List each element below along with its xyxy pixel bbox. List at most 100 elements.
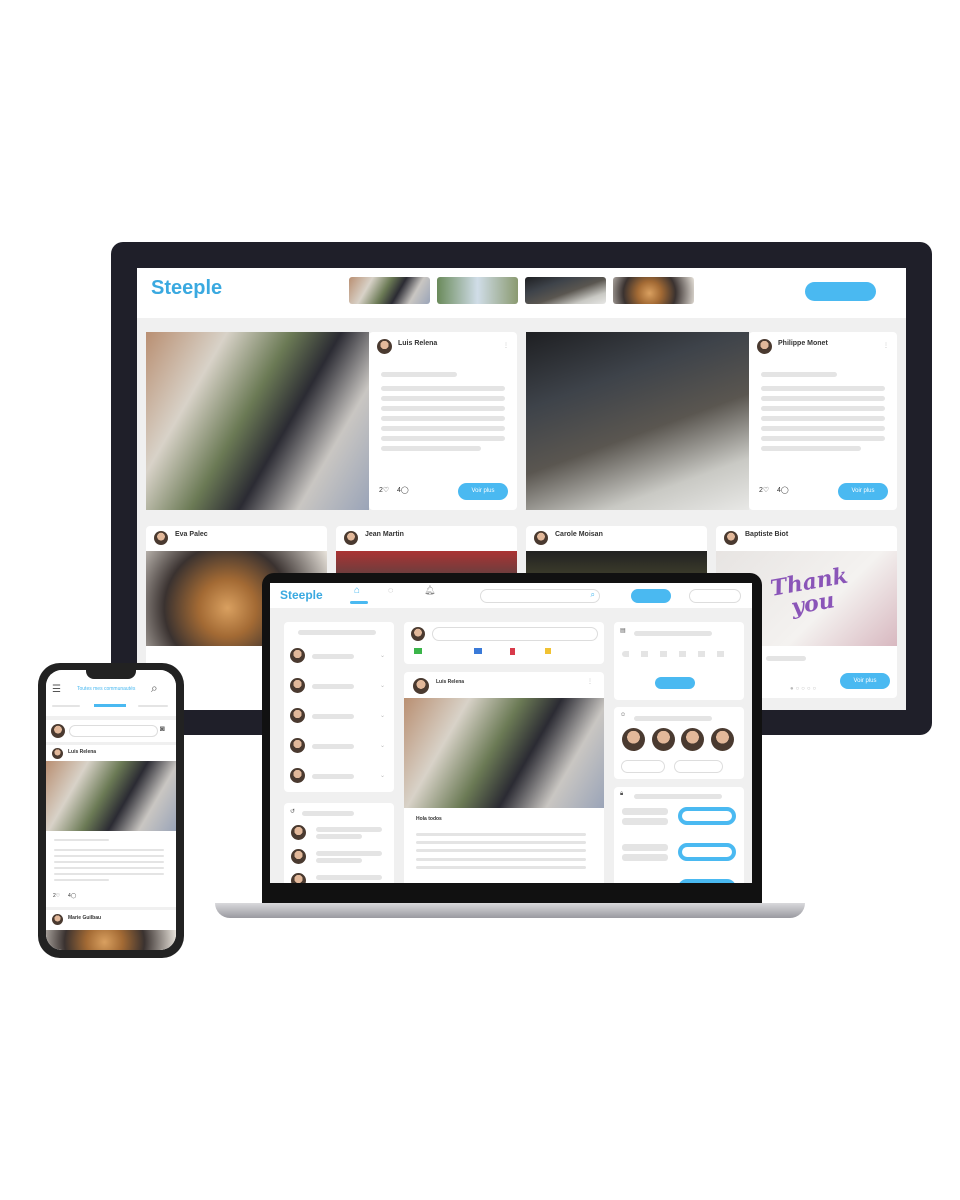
chat-icon[interactable]: ◌ [388,585,393,595]
join-button[interactable] [678,843,736,861]
avatar [413,678,429,694]
member-avatar[interactable] [652,728,675,751]
active-tab-indicator[interactable] [94,704,126,707]
post-author: Carole Moisan [555,531,603,538]
search-input[interactable]: ⌕ [480,589,600,603]
more-icon[interactable]: ⋮ [883,342,889,349]
voir-plus-button[interactable]: Voir plus [458,483,508,500]
carousel-dots[interactable]: ●○○○○ [790,686,818,692]
chevron-down-icon[interactable]: ⌄ [380,742,385,749]
voir-plus-button[interactable]: Voir plus [838,483,888,500]
poll-icon[interactable] [545,648,551,654]
post-image[interactable] [46,761,176,831]
video-icon[interactable] [474,648,482,654]
avatar [51,724,65,738]
comment-icon: ◯ [400,487,409,494]
likes-count[interactable]: 2♡ [759,486,769,494]
avatar [291,873,306,883]
header-button[interactable] [631,589,671,603]
member-avatar[interactable] [622,728,645,751]
featured-post-card: Luis Relena ⋮ 2♡ 4◯ Voir plus [369,332,517,510]
phone: ☰ Toutes mes communautés ⌕ ◙ Luis Relena… [38,663,184,958]
featured-post-card: Philippe Monet ⋮ 2♡ 4◯ Voir plus [749,332,897,510]
outline-button[interactable] [621,760,665,773]
post-image[interactable] [526,332,749,510]
private-groups-panel: 🔒︎ [614,787,744,883]
post-image[interactable] [46,930,176,950]
comments-count[interactable]: 4◯ [777,486,789,494]
outline-button[interactable] [674,760,723,773]
comments-count[interactable]: 4◯ [68,893,76,899]
post-image[interactable] [146,332,369,510]
chevron-down-icon[interactable]: ⌄ [380,712,385,719]
voir-plus-button[interactable]: Voir plus [840,673,890,689]
camera-icon[interactable]: ◙ [160,724,165,733]
heart-icon: ♡ [762,487,770,494]
bell-icon[interactable]: 🔔︎ [424,585,435,596]
desktop-header: Steeple [137,268,906,318]
post-author: Baptiste Biot [745,531,789,538]
community-thumb[interactable] [613,277,694,304]
likes-count[interactable]: 2♡ [53,893,60,899]
logo[interactable]: Steeple [280,588,323,602]
members-panel: ☺ [614,707,744,779]
post-image[interactable] [404,698,604,808]
composer-input[interactable] [69,725,158,737]
profile-button[interactable] [689,589,741,603]
laptop-base [215,903,805,918]
laptop: Steeple ⌂ ◌ 🔔︎ ⌕ ⌄ ⌄ ⌄ ⌄ ⌄ ↺ Luis Relena… [262,573,762,905]
more-icon[interactable]: ⋮ [587,678,593,685]
phone-composer: ◙ [46,720,176,742]
events-panel: ▤ [614,622,744,700]
logo[interactable]: Steeple [151,277,222,300]
avatar[interactable] [290,678,305,693]
heart-icon: ♡ [55,893,61,899]
chevron-down-icon[interactable]: ⌄ [380,772,385,779]
avatar [52,748,63,759]
calendar-icon: ▤ [620,628,626,634]
communities-panel: ⌄ ⌄ ⌄ ⌄ ⌄ [284,622,394,792]
feed-post-card: Luis Relena ⋮ Hola todos [404,672,604,883]
comment-icon: ◯ [70,893,77,899]
avatar[interactable] [290,708,305,723]
active-tab-indicator [350,601,368,604]
avatar[interactable] [290,738,305,753]
community-thumb[interactable] [525,277,606,304]
phone-next-post: Marie Guilbau [46,910,176,950]
avatar [757,339,772,354]
avatar [534,531,548,545]
history-icon: ↺ [290,809,296,815]
join-button[interactable] [678,879,736,883]
menu-icon[interactable]: ☰ [52,684,61,695]
chevron-down-icon[interactable]: ⌄ [380,652,385,659]
file-icon[interactable] [510,648,515,655]
search-icon: ⌕ [590,590,595,599]
home-icon[interactable]: ⌂ [354,585,360,596]
member-avatar[interactable] [681,728,704,751]
chevron-down-icon[interactable]: ⌄ [380,682,385,689]
avatar [154,531,168,545]
search-icon[interactable]: ⌕ [151,681,158,696]
avatar [377,339,392,354]
join-button[interactable] [678,807,736,825]
header-button[interactable] [805,282,876,301]
composer [404,622,604,664]
avatar [291,849,306,864]
community-thumb[interactable] [349,277,430,304]
more-icon[interactable]: ⋮ [503,342,509,349]
avatar[interactable] [290,648,305,663]
laptop-screen: Steeple ⌂ ◌ 🔔︎ ⌕ ⌄ ⌄ ⌄ ⌄ ⌄ ↺ Luis Relena… [270,583,752,883]
likes-count[interactable]: 2♡ [379,486,389,494]
avatar[interactable] [290,768,305,783]
post-author: Jean Martin [365,531,404,538]
composer-input[interactable] [432,627,598,641]
phone-post-card: Luis Relena 2♡ 4◯ [46,745,176,907]
member-avatar[interactable] [711,728,734,751]
photo-icon[interactable] [414,648,422,654]
lock-icon: 🔒︎ [620,791,624,797]
events-button[interactable] [655,677,695,689]
avatar [411,627,425,641]
history-panel: ↺ [284,803,394,883]
community-thumb[interactable] [437,277,518,304]
comments-count[interactable]: 4◯ [397,486,409,494]
